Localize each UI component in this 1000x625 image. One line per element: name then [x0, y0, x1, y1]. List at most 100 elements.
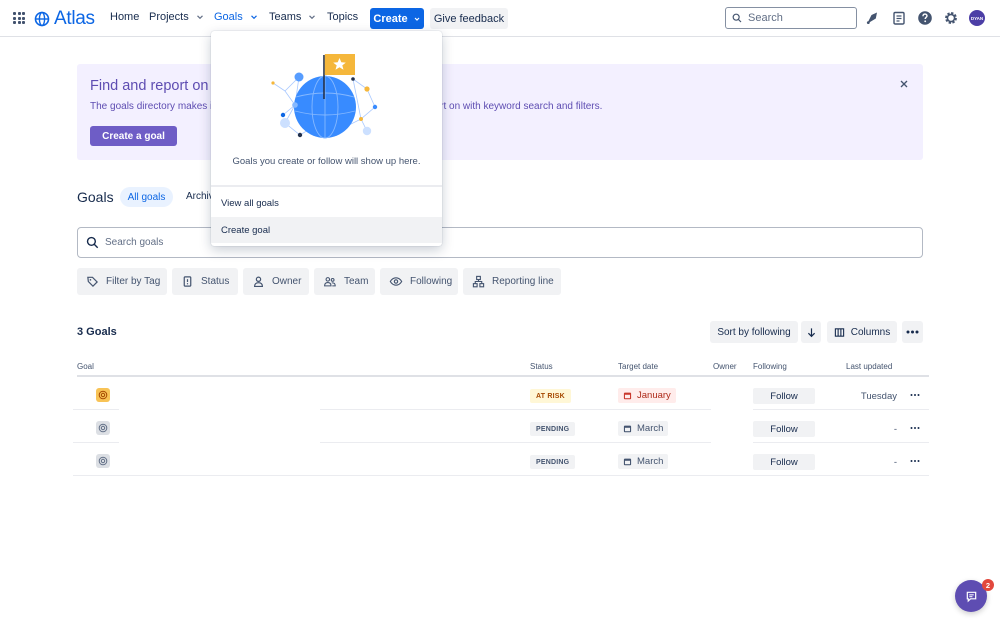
settings-gear-icon[interactable] [943, 10, 959, 26]
sort-direction-button[interactable] [801, 321, 821, 343]
tab-archived[interactable]: Archived [186, 191, 211, 202]
target-date[interactable]: March [618, 421, 669, 436]
table-row[interactable]: PENDING March Follow - [73, 444, 929, 476]
target-date-label: March [637, 456, 664, 467]
target-date[interactable]: March [618, 454, 669, 469]
nav-projects[interactable]: Projects [149, 11, 205, 23]
close-icon[interactable] [898, 78, 910, 90]
target-date[interactable]: January [618, 388, 676, 403]
status-badge: PENDING [530, 422, 576, 436]
chat-icon [966, 591, 976, 602]
more-horizontal-icon [906, 330, 919, 334]
chevron-down-icon [309, 15, 316, 20]
filter-label: Status [201, 276, 230, 287]
nav-teams-label: Teams [269, 11, 302, 23]
column-header-target-date[interactable]: Target date [618, 362, 658, 371]
row-divider [320, 442, 711, 443]
filter-status-button[interactable]: Status [172, 268, 238, 295]
nav-goals[interactable]: Goals [214, 11, 259, 37]
calendar-icon [623, 392, 632, 400]
column-header-last-updated[interactable]: Last updated [846, 362, 892, 371]
view-all-goals-label: View all goals [221, 197, 279, 209]
avatar-initials: DYAN [970, 15, 984, 21]
documents-icon[interactable] [891, 10, 907, 26]
status-icon [183, 276, 192, 287]
columns-label: Columns [850, 326, 891, 338]
row-divider [753, 409, 929, 410]
table-header-divider [77, 375, 929, 377]
tab-all-goals[interactable]: All goals [120, 187, 173, 207]
follow-button[interactable]: Follow [753, 388, 815, 404]
search-icon [732, 13, 742, 23]
row-divider [320, 409, 711, 410]
person-icon [253, 276, 264, 288]
app-name: Atlas [54, 8, 95, 29]
filter-label: Team [344, 276, 369, 287]
banner-description: The goals directory makes it [90, 101, 216, 112]
create-button[interactable]: Create [370, 8, 424, 29]
column-header-status[interactable]: Status [530, 362, 553, 371]
nav-home[interactable]: Home [110, 11, 139, 23]
chevron-down-icon [414, 17, 420, 21]
top-navigation: Atlas Home Projects Goals Teams Topics C… [0, 0, 1000, 37]
nav-home-label: Home [110, 11, 140, 23]
banner-title: Find and report on go [90, 78, 229, 94]
nav-teams[interactable]: Teams [269, 11, 317, 23]
app-switcher-icon[interactable] [13, 12, 25, 24]
row-more-icon[interactable] [910, 457, 920, 465]
search-icon [86, 236, 99, 249]
notification-badge: 2 [982, 579, 994, 591]
follow-button[interactable]: Follow [753, 421, 815, 437]
give-feedback-button[interactable]: Give feedback [430, 8, 508, 29]
target-date-label: March [637, 423, 664, 434]
help-icon[interactable] [917, 10, 933, 26]
search-goals-placeholder: Search goals [105, 237, 164, 248]
table-row[interactable]: AT RISK January Follow Tuesday [73, 378, 929, 410]
page-title: Goals [77, 189, 114, 205]
globe-flag-illustration [271, 54, 378, 139]
nav-topics-label: Topics [327, 11, 359, 23]
row-more-icon[interactable] [910, 391, 920, 399]
follow-label: Follow [770, 456, 798, 468]
atlas-logo-icon [34, 11, 50, 27]
user-avatar[interactable]: DYAN [969, 10, 985, 26]
table-row[interactable]: PENDING March Follow - [73, 411, 929, 443]
column-header-following[interactable]: Following [753, 362, 787, 371]
global-search-input[interactable]: Search [725, 7, 857, 29]
row-divider [73, 442, 119, 443]
row-more-icon[interactable] [910, 424, 920, 432]
people-group-icon [324, 277, 336, 287]
create-goal-item[interactable]: Create goal [211, 217, 442, 243]
create-goal-label: Create goal [221, 224, 271, 236]
calendar-icon [623, 458, 632, 466]
dropdown-divider [211, 185, 442, 187]
create-a-goal-button[interactable]: Create a goal [90, 126, 177, 146]
more-options-button[interactable] [902, 321, 923, 343]
status-badge: PENDING [530, 455, 576, 469]
columns-button[interactable]: Columns [827, 321, 897, 343]
goal-target-icon [96, 454, 110, 468]
row-divider [753, 442, 929, 443]
tag-icon [87, 276, 98, 287]
sort-label: Sort by following [717, 326, 791, 338]
nav-goals-label: Goals [214, 11, 243, 23]
follow-button[interactable]: Follow [753, 454, 815, 470]
search-goals-input[interactable]: Search goals [77, 227, 923, 258]
view-all-goals-item[interactable]: View all goals [211, 190, 442, 216]
nav-topics[interactable]: Topics [327, 11, 358, 23]
filter-by-tag-button[interactable]: Filter by Tag [77, 268, 167, 295]
column-header-owner[interactable]: Owner [713, 362, 737, 371]
column-header-goal[interactable]: Goal [77, 362, 94, 371]
filter-owner-button[interactable]: Owner [243, 268, 309, 295]
filter-label: Reporting line [492, 276, 554, 287]
sort-by-button[interactable]: Sort by following [710, 321, 798, 343]
notifications-icon[interactable] [865, 10, 881, 26]
filter-following-button[interactable]: Following [380, 268, 458, 295]
banner-description-continued: port on with keyword search and filters. [429, 101, 603, 112]
atlas-logo[interactable]: Atlas [34, 8, 95, 30]
filter-reporting-line-button[interactable]: Reporting line [463, 268, 561, 295]
filter-team-button[interactable]: Team [314, 268, 375, 295]
calendar-icon [623, 425, 632, 433]
goals-intro-banner: Find and report on go The goals director… [77, 64, 923, 160]
feedback-label: Give feedback [433, 12, 505, 25]
